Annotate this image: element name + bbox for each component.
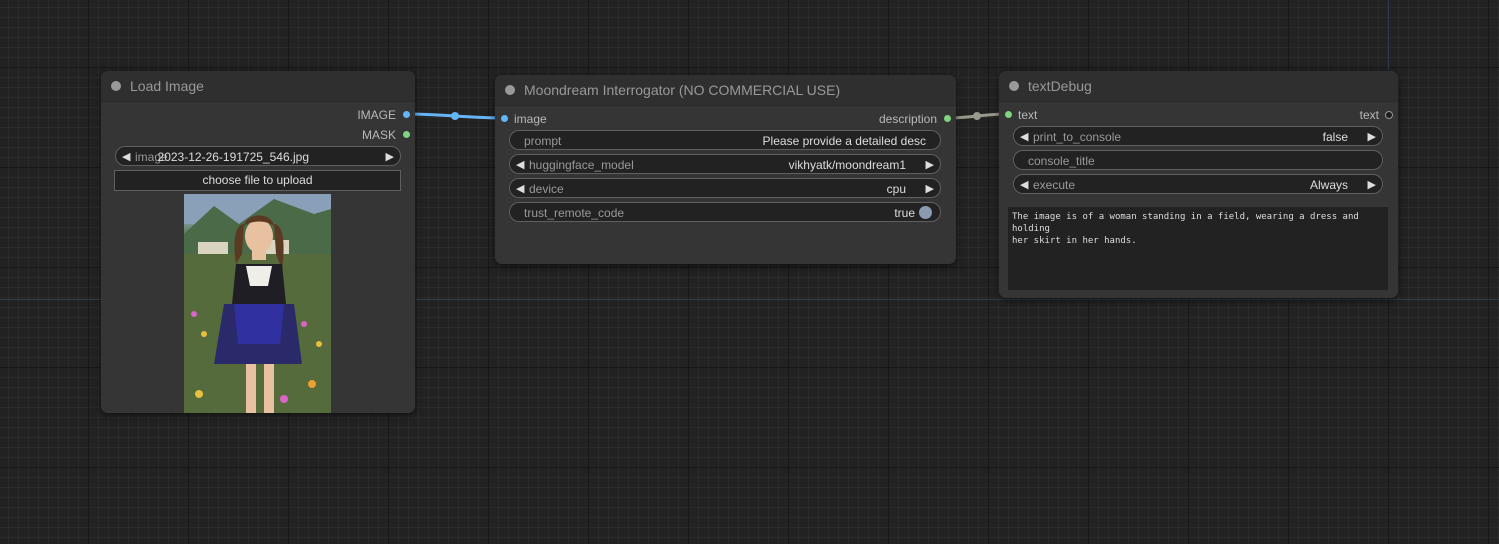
text-debug-title: textDebug <box>1028 78 1092 94</box>
execute-value: Always <box>1309 178 1348 192</box>
mask-output-slot[interactable] <box>403 131 410 138</box>
huggingface-model-combo[interactable]: ◀ huggingface_model vikhyatk/moondream1 … <box>509 154 941 174</box>
prompt-value: Please provide a detailed desc <box>762 134 926 148</box>
moondream-title: Moondream Interrogator (NO COMMERCIAL US… <box>524 82 841 98</box>
image-combo[interactable]: ◀ image 2023-12-26-191725_546.jpg ▶ <box>115 146 401 166</box>
load-image-node[interactable]: Load Image IMAGE MASK ◀ image 2023-12-26… <box>101 71 415 413</box>
device-value: cpu <box>886 182 906 196</box>
text-input-label: text <box>1018 108 1038 122</box>
console-title-field[interactable]: console_title <box>1013 150 1383 170</box>
image-input-slot[interactable] <box>501 115 508 122</box>
print-to-console-value: false <box>1322 130 1348 144</box>
mask-output-label: MASK <box>361 128 396 142</box>
text-output-label: text <box>1359 108 1379 122</box>
collapse-dot-icon[interactable] <box>1009 81 1019 91</box>
collapse-dot-icon[interactable] <box>111 81 121 91</box>
prompt-field[interactable]: prompt Please provide a detailed desc <box>509 130 941 150</box>
image-link-midpoint <box>451 112 459 120</box>
image-output-slot[interactable] <box>403 111 410 118</box>
trust-remote-code-value: true <box>894 206 915 220</box>
collapse-dot-icon[interactable] <box>505 85 515 95</box>
description-output-label: description <box>878 112 937 126</box>
image-output-label: IMAGE <box>357 108 396 122</box>
combo-left-arrow-icon[interactable]: ◀ <box>516 182 524 195</box>
execute-label: execute <box>1033 178 1076 192</box>
combo-right-arrow-icon[interactable]: ▶ <box>1368 130 1376 143</box>
image-input-label: image <box>514 112 547 126</box>
huggingface-model-label: huggingface_model <box>529 158 634 172</box>
toggle-knob-icon[interactable] <box>919 206 932 219</box>
image-combo-value: 2023-12-26-191725_546.jpg <box>157 150 309 164</box>
combo-right-arrow-icon[interactable]: ▶ <box>1368 178 1376 191</box>
combo-right-arrow-icon[interactable]: ▶ <box>926 158 934 171</box>
combo-left-arrow-icon[interactable]: ◀ <box>516 158 524 171</box>
woman-in-flower-field-image <box>184 194 331 413</box>
console-title-label: console_title <box>1028 154 1095 168</box>
trust-remote-code-label: trust_remote_code <box>524 206 625 220</box>
trust-remote-code-toggle[interactable]: trust_remote_code true <box>509 202 941 222</box>
description-output-slot[interactable] <box>944 115 951 122</box>
combo-left-arrow-icon[interactable]: ◀ <box>1020 178 1028 191</box>
output-textarea[interactable]: The image is of a woman standing in a fi… <box>1008 207 1388 290</box>
prompt-label: prompt <box>524 134 562 148</box>
text-debug-node[interactable]: textDebug text text ◀ print_to_console f… <box>999 71 1398 298</box>
load-image-title: Load Image <box>130 78 204 94</box>
print-to-console-combo[interactable]: ◀ print_to_console false ▶ <box>1013 126 1383 146</box>
huggingface-model-value: vikhyatk/moondream1 <box>788 158 906 172</box>
device-label: device <box>529 182 564 196</box>
moondream-node[interactable]: Moondream Interrogator (NO COMMERCIAL US… <box>495 75 956 264</box>
execute-combo[interactable]: ◀ execute Always ▶ <box>1013 174 1383 194</box>
combo-left-arrow-icon[interactable]: ◀ <box>122 150 130 163</box>
text-input-slot[interactable] <box>1005 111 1012 118</box>
text-debug-title-bar[interactable]: textDebug <box>999 71 1398 102</box>
device-combo[interactable]: ◀ device cpu ▶ <box>509 178 941 198</box>
combo-right-arrow-icon[interactable]: ▶ <box>386 150 394 163</box>
description-link-midpoint <box>973 112 981 120</box>
combo-left-arrow-icon[interactable]: ◀ <box>1020 130 1028 143</box>
print-to-console-label: print_to_console <box>1033 130 1122 144</box>
combo-right-arrow-icon[interactable]: ▶ <box>926 182 934 195</box>
moondream-title-bar[interactable]: Moondream Interrogator (NO COMMERCIAL US… <box>495 75 956 106</box>
load-image-title-bar[interactable]: Load Image <box>101 71 415 102</box>
text-output-slot[interactable] <box>1385 111 1393 119</box>
upload-button[interactable]: choose file to upload <box>114 170 401 191</box>
image-preview <box>184 194 331 413</box>
